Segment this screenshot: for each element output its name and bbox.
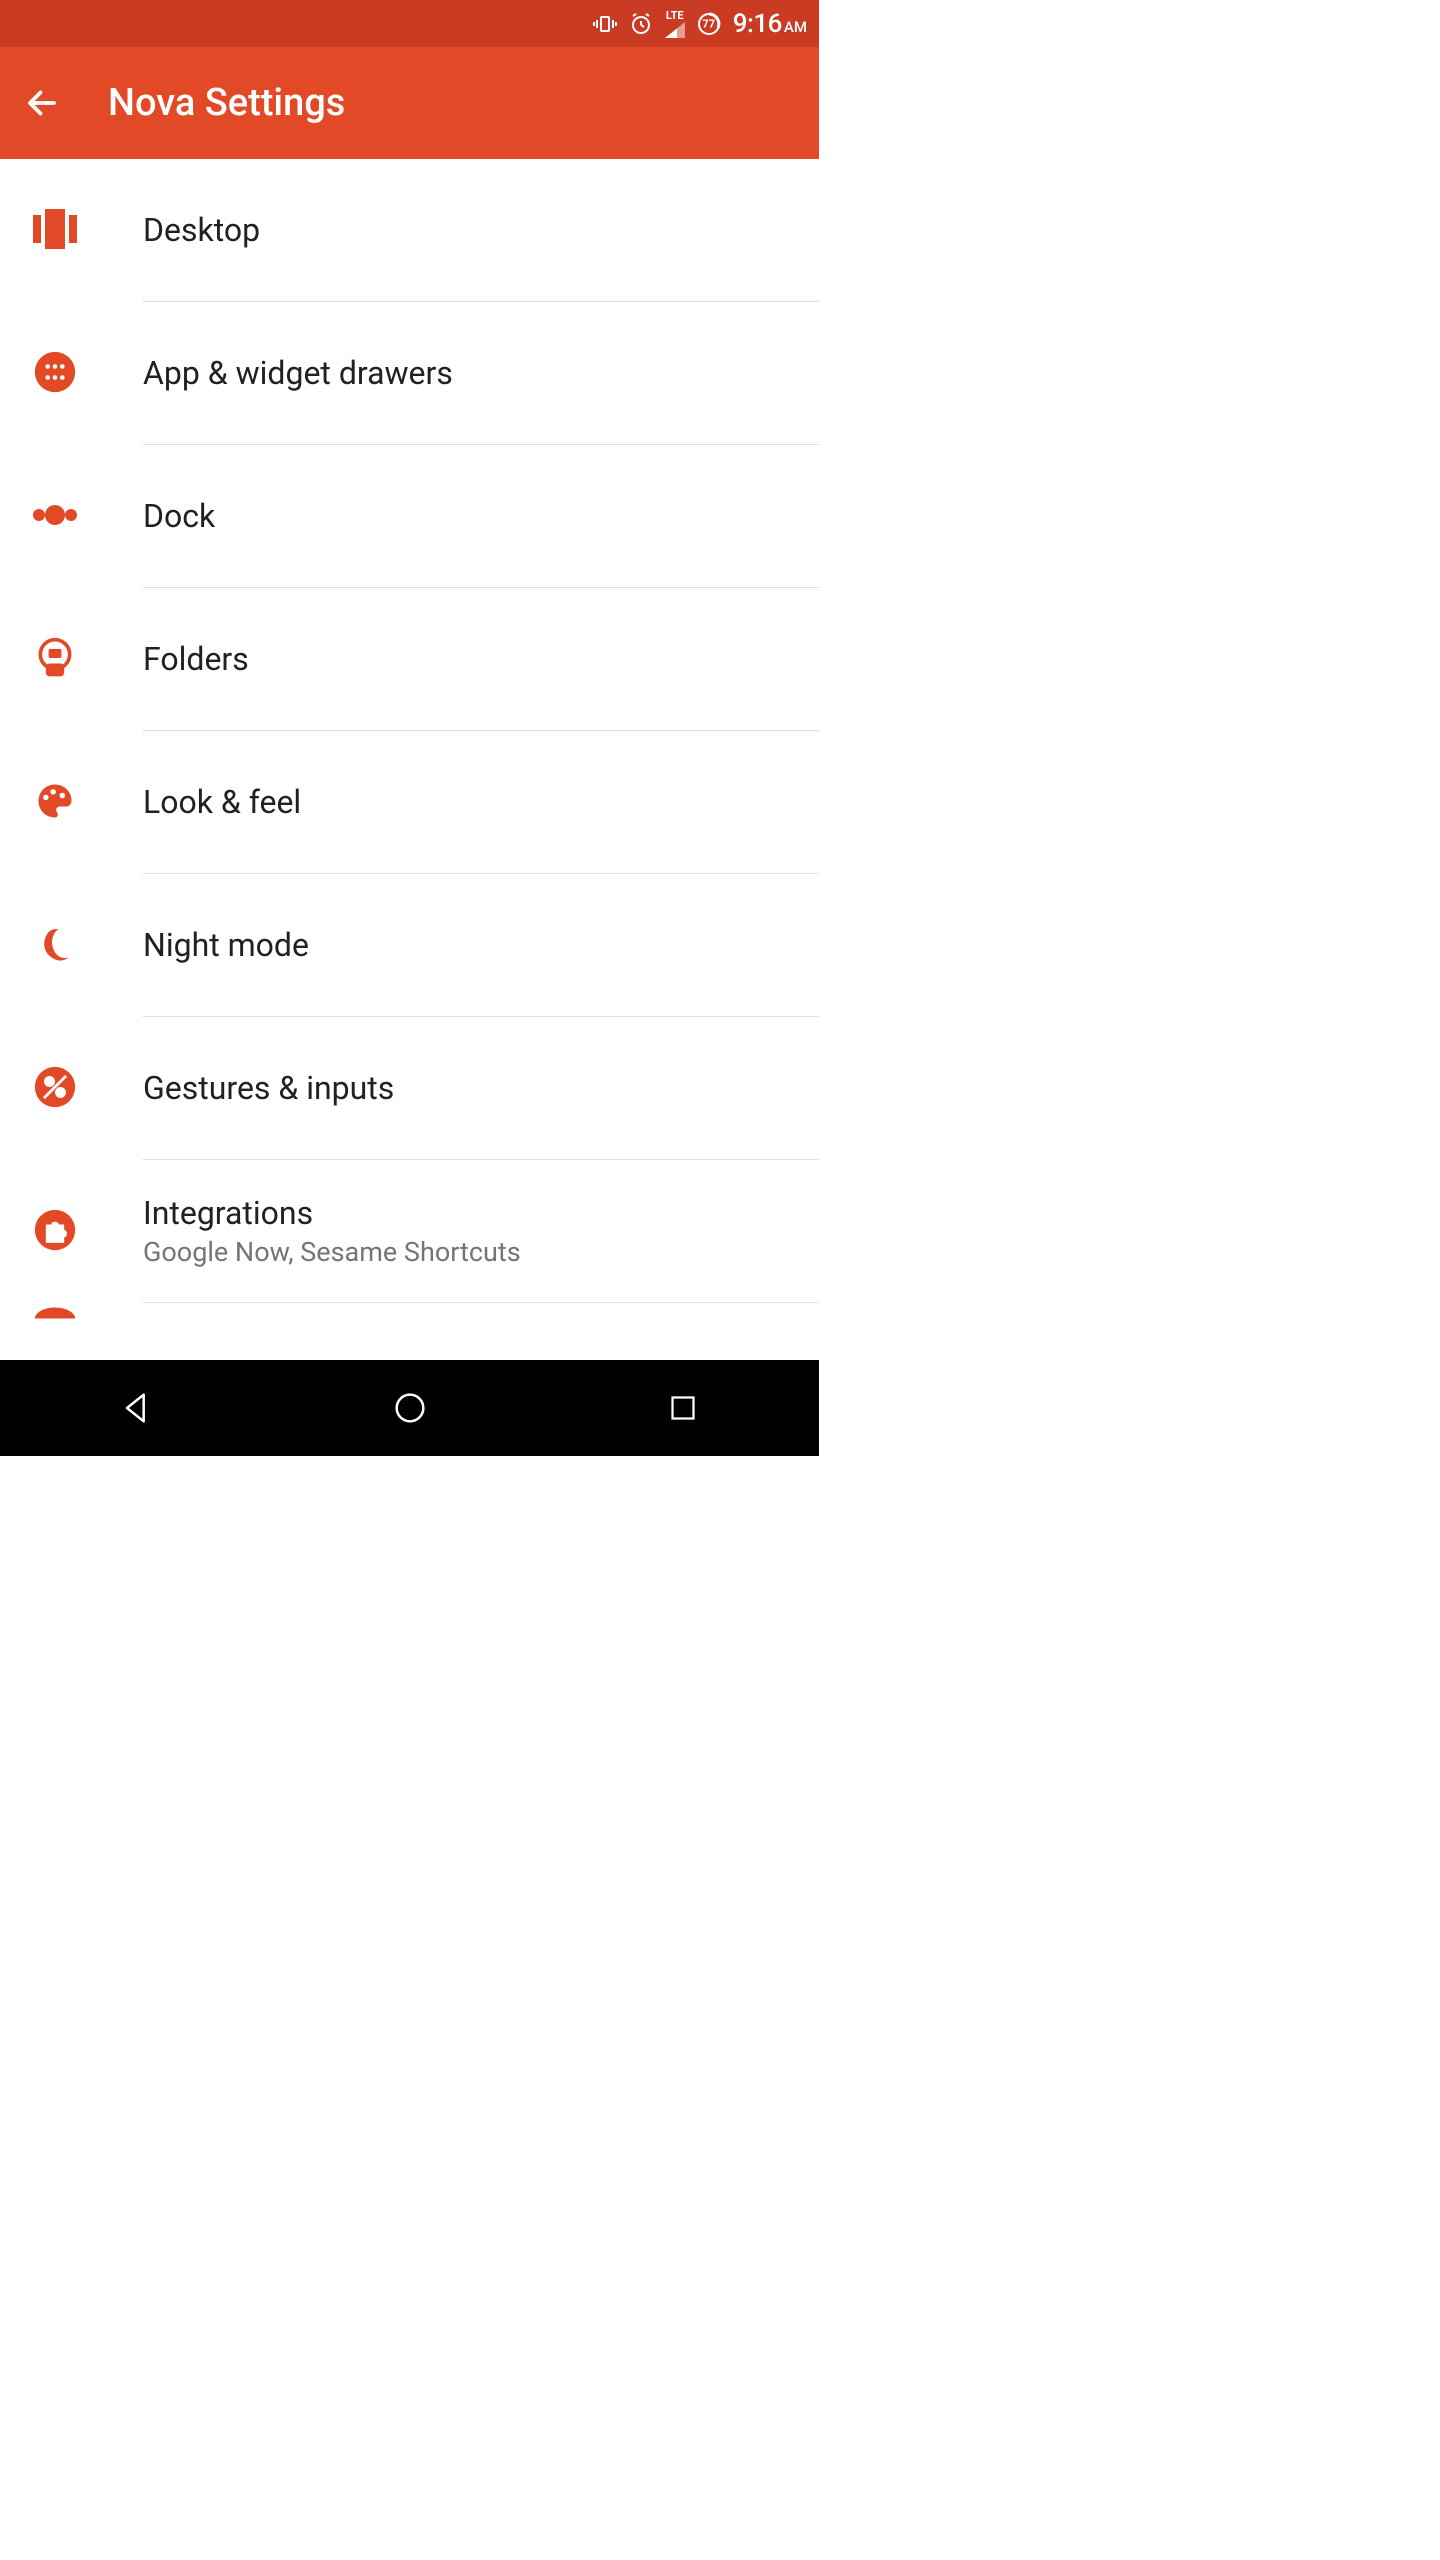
- settings-item-folders[interactable]: Folders: [0, 588, 819, 731]
- settings-item-gestures[interactable]: Gestures & inputs: [0, 1017, 819, 1160]
- settings-item-partial[interactable]: [0, 1303, 819, 1323]
- signal-icon: LTE: [665, 9, 685, 38]
- battery-icon: 77: [697, 12, 721, 36]
- settings-item-label: Integrations: [143, 1194, 799, 1232]
- page-title: Nova Settings: [108, 81, 345, 125]
- moon-icon: [35, 924, 75, 968]
- settings-item-integrations[interactable]: Integrations Google Now, Sesame Shortcut…: [0, 1160, 819, 1303]
- network-type: LTE: [666, 9, 684, 22]
- vibrate-icon: [593, 12, 617, 36]
- status-ampm: AM: [784, 18, 807, 36]
- settings-item-label: App & widget drawers: [143, 354, 799, 392]
- nav-back-button[interactable]: [112, 1383, 162, 1433]
- app-bar: Nova Settings: [0, 47, 819, 159]
- settings-list: Desktop App & widget drawers: [0, 159, 819, 1323]
- battery-level: 77: [702, 17, 715, 30]
- settings-item-look-feel[interactable]: Look & feel: [0, 731, 819, 874]
- app-drawer-icon: [33, 350, 77, 398]
- settings-item-label: Look & feel: [143, 783, 799, 821]
- dock-icon: [31, 491, 79, 543]
- settings-item-app-drawers[interactable]: App & widget drawers: [0, 302, 819, 445]
- palette-icon: [33, 779, 77, 827]
- nav-home-button[interactable]: [385, 1383, 435, 1433]
- settings-item-dock[interactable]: Dock: [0, 445, 819, 588]
- settings-item-label: Night mode: [143, 926, 799, 964]
- settings-item-label: Gestures & inputs: [143, 1069, 799, 1107]
- partial-icon: [33, 1307, 77, 1319]
- settings-item-label: Dock: [143, 497, 799, 535]
- desktop-icon: [31, 205, 79, 257]
- nav-recent-button[interactable]: [658, 1383, 708, 1433]
- status-bar: LTE 77 9:16 AM: [0, 0, 819, 47]
- puzzle-icon: [33, 1208, 77, 1256]
- settings-item-label: Desktop: [143, 211, 799, 249]
- settings-item-desktop[interactable]: Desktop: [0, 159, 819, 302]
- navigation-bar: [0, 1360, 819, 1456]
- alarm-icon: [629, 12, 653, 36]
- back-button[interactable]: [24, 85, 60, 121]
- gestures-icon: [33, 1065, 77, 1113]
- settings-item-night-mode[interactable]: Night mode: [0, 874, 819, 1017]
- status-time: 9:16: [733, 9, 782, 39]
- folders-icon: [33, 636, 77, 684]
- settings-item-label: Folders: [143, 640, 799, 678]
- settings-item-subtitle: Google Now, Sesame Shortcuts: [143, 1236, 799, 1268]
